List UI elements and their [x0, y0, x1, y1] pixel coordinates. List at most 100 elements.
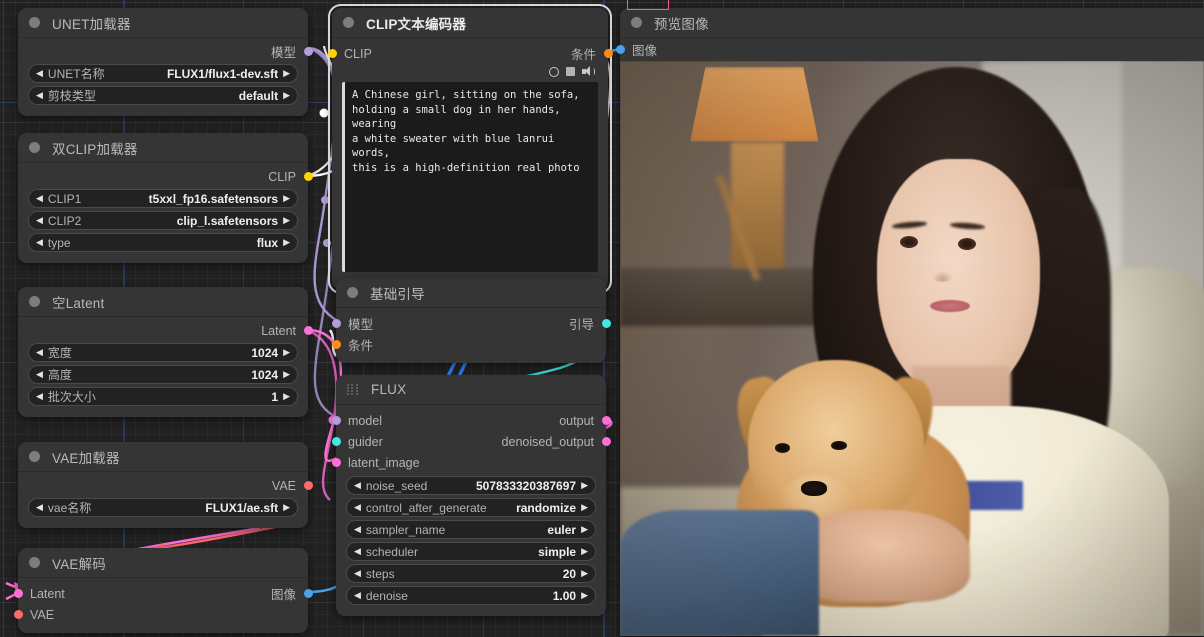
chevron-left-icon[interactable]: ◀ [36, 194, 43, 203]
widget-denoise[interactable]: ◀ denoise 1.00 ▶ [346, 586, 596, 605]
node-unet-loader[interactable]: UNET加载器 模型 ◀ UNET名称 FLUX1/flux1-dev.sft … [18, 8, 313, 116]
slot-row-latent-image[interactable]: Latent 图像 [13, 583, 313, 604]
chevron-right-icon[interactable]: ▶ [581, 591, 588, 600]
chevron-right-icon[interactable]: ▶ [283, 370, 290, 379]
widget-height[interactable]: ◀ 高度 1024 ▶ [28, 365, 298, 384]
node-preview-image[interactable]: 预览图像 图像 [615, 8, 1204, 636]
widget-clip2[interactable]: ◀ CLIP2 clip_l.safetensors ▶ [28, 211, 298, 230]
chevron-right-icon[interactable]: ▶ [581, 503, 588, 512]
preview-image-output[interactable] [620, 61, 1204, 636]
node-flux-sampler[interactable]: FLUX model output guider denoised_output… [331, 375, 611, 616]
chevron-left-icon[interactable]: ◀ [354, 481, 361, 490]
chevron-left-icon[interactable]: ◀ [354, 503, 361, 512]
node-header[interactable]: CLIP文本编码器 [332, 8, 608, 38]
chevron-right-icon[interactable]: ▶ [283, 503, 290, 512]
widget-type[interactable]: ◀ type flux ▶ [28, 233, 298, 252]
speaker-icon[interactable] [582, 66, 595, 77]
node-header[interactable]: 双CLIP加载器 [18, 133, 308, 163]
slot-dot-model[interactable] [331, 319, 341, 328]
node-header[interactable]: VAE加载器 [18, 442, 308, 472]
widget-vae-name[interactable]: ◀ vae名称 FLUX1/ae.sft ▶ [28, 498, 298, 517]
chevron-left-icon[interactable]: ◀ [36, 503, 43, 512]
output-slot-vae[interactable]: VAE [18, 476, 313, 495]
chevron-right-icon[interactable]: ▶ [283, 216, 290, 225]
node-empty-latent[interactable]: 空Latent Latent ◀ 宽度 1024 ▶ ◀ 高度 1024 ▶ ◀… [18, 287, 313, 417]
slot-dot-clip[interactable] [303, 172, 313, 181]
slot-row-image[interactable]: 图像 [615, 38, 1204, 61]
chevron-right-icon[interactable]: ▶ [283, 194, 290, 203]
chevron-left-icon[interactable]: ◀ [354, 569, 361, 578]
widget-unet-name[interactable]: ◀ UNET名称 FLUX1/flux1-dev.sft ▶ [28, 64, 298, 83]
slot-dot-clip[interactable] [327, 49, 337, 58]
slot-dot-model[interactable] [303, 47, 313, 56]
output-slot-latent[interactable]: Latent [18, 321, 313, 340]
slot-dot-vae[interactable] [303, 481, 313, 490]
slot-dot-image[interactable] [615, 45, 625, 54]
slot-dot-model[interactable] [331, 416, 341, 425]
node-header[interactable]: FLUX [336, 375, 606, 405]
output-slot-clip[interactable]: CLIP [18, 167, 313, 186]
node-dual-clip-loader[interactable]: 双CLIP加载器 CLIP ◀ CLIP1 t5xxl_fp16.safeten… [18, 133, 313, 263]
slot-row-clip[interactable]: CLIP 条件 [327, 43, 613, 64]
slot-dot-guider[interactable] [331, 437, 341, 446]
node-header[interactable]: VAE解码 [18, 548, 308, 578]
chevron-right-icon[interactable]: ▶ [283, 348, 290, 357]
chevron-right-icon[interactable]: ▶ [283, 392, 290, 401]
node-header[interactable]: 基础引导 [336, 278, 606, 308]
chevron-left-icon[interactable]: ◀ [36, 238, 43, 247]
slot-dot-latent[interactable] [303, 326, 313, 335]
widget-control-after-generate[interactable]: ◀ control_after_generate randomize ▶ [346, 498, 596, 517]
slot-row-vae[interactable]: VAE [13, 604, 308, 625]
node-basic-guider[interactable]: 基础引导 模型 引导 条件 [331, 278, 611, 363]
stop-square-icon[interactable] [566, 67, 575, 76]
chevron-right-icon[interactable]: ▶ [581, 481, 588, 490]
slot-row-conditioning[interactable]: 条件 [331, 334, 606, 355]
chevron-right-icon[interactable]: ▶ [283, 69, 290, 78]
node-clip-text-encode[interactable]: CLIP文本编码器 CLIP 条件 A Chinese girl, sittin… [327, 4, 613, 294]
widget-width[interactable]: ◀ 宽度 1024 ▶ [28, 343, 298, 362]
chevron-right-icon[interactable]: ▶ [283, 91, 290, 100]
chevron-left-icon[interactable]: ◀ [354, 591, 361, 600]
chevron-left-icon[interactable]: ◀ [36, 91, 43, 100]
slot-row-model[interactable]: 模型 引导 [331, 313, 611, 334]
node-vae-loader[interactable]: VAE加载器 VAE ◀ vae名称 FLUX1/ae.sft ▶ [18, 442, 313, 528]
slot-dot-guider[interactable] [601, 319, 611, 328]
chevron-left-icon[interactable]: ◀ [36, 370, 43, 379]
slot-dot-image[interactable] [303, 589, 313, 598]
node-header[interactable]: 预览图像 [620, 8, 1204, 38]
node-header[interactable]: 空Latent [18, 287, 308, 317]
chevron-right-icon[interactable]: ▶ [283, 238, 290, 247]
text-tools-row[interactable] [332, 64, 608, 80]
chevron-left-icon[interactable]: ◀ [36, 348, 43, 357]
slot-dot-vae[interactable] [13, 610, 23, 619]
widget-weight-dtype[interactable]: ◀ 剪枝类型 default ▶ [28, 86, 298, 105]
widget-noise-seed[interactable]: ◀ noise_seed 507833320387697 ▶ [346, 476, 596, 495]
chevron-right-icon[interactable]: ▶ [581, 569, 588, 578]
slot-dot-conditioning[interactable] [331, 340, 341, 349]
slot-row-model[interactable]: model output [331, 410, 611, 431]
record-circle-icon[interactable] [549, 66, 559, 77]
chevron-left-icon[interactable]: ◀ [36, 216, 43, 225]
chevron-left-icon[interactable]: ◀ [354, 547, 361, 556]
chevron-left-icon[interactable]: ◀ [354, 525, 361, 534]
output-slot-model[interactable]: 模型 [18, 42, 313, 61]
widget-steps[interactable]: ◀ steps 20 ▶ [346, 564, 596, 583]
prompt-textarea[interactable]: A Chinese girl, sitting on the sofa, hol… [342, 82, 598, 272]
grip-dots-icon[interactable] [347, 384, 359, 395]
node-vae-decode[interactable]: VAE解码 Latent 图像 VAE [13, 548, 313, 633]
widget-clip1[interactable]: ◀ CLIP1 t5xxl_fp16.safetensors ▶ [28, 189, 298, 208]
slot-dot-conditioning[interactable] [603, 49, 613, 58]
chevron-right-icon[interactable]: ▶ [581, 525, 588, 534]
widget-sampler-name[interactable]: ◀ sampler_name euler ▶ [346, 520, 596, 539]
chevron-left-icon[interactable]: ◀ [36, 392, 43, 401]
slot-row-guider[interactable]: guider denoised_output [331, 431, 611, 452]
slot-dot-latent[interactable] [13, 589, 23, 598]
slot-dot-denoised-output[interactable] [601, 437, 611, 446]
chevron-left-icon[interactable]: ◀ [36, 69, 43, 78]
node-graph-canvas[interactable]: UNET加载器 模型 ◀ UNET名称 FLUX1/flux1-dev.sft … [0, 0, 1204, 637]
slot-dot-latent-image[interactable] [331, 458, 341, 467]
slot-dot-output[interactable] [601, 416, 611, 425]
widget-batch-size[interactable]: ◀ 批次大小 1 ▶ [28, 387, 298, 406]
node-header[interactable]: UNET加载器 [18, 8, 308, 38]
widget-scheduler[interactable]: ◀ scheduler simple ▶ [346, 542, 596, 561]
